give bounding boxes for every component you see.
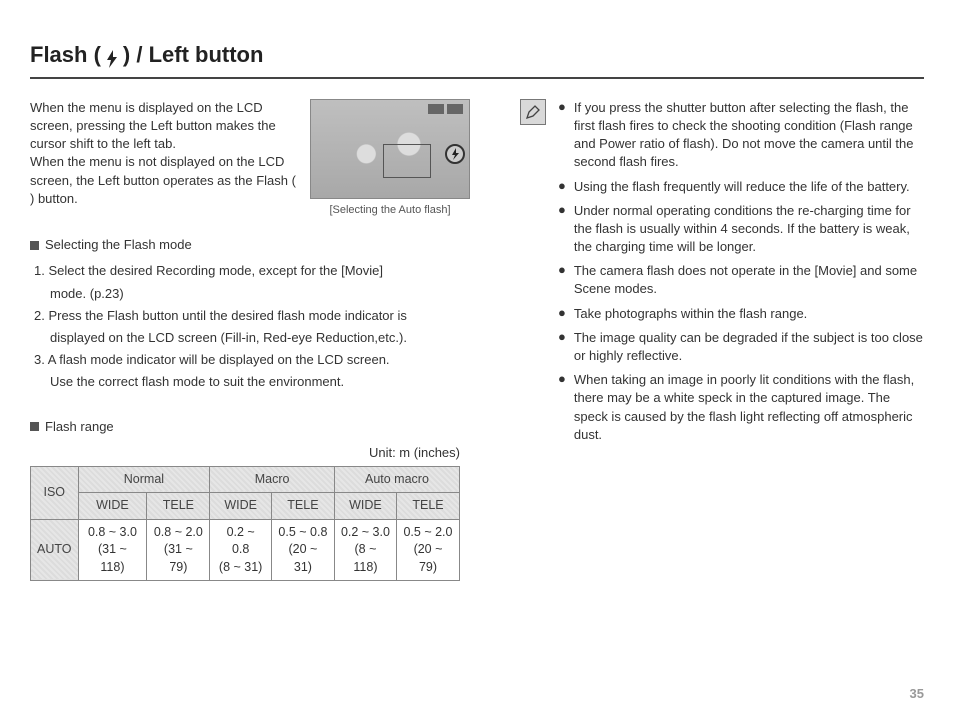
cell: 0.5 ~ 0.8(20 ~ 31) bbox=[271, 519, 334, 581]
lcd-screenshot bbox=[310, 99, 470, 199]
th-macro: Macro bbox=[210, 466, 335, 493]
content-columns: When the menu is displayed on the LCD sc… bbox=[30, 99, 924, 582]
bullet-dot-icon: ● bbox=[558, 202, 566, 257]
step-line: 2. Press the Flash button until the desi… bbox=[34, 307, 470, 325]
bullet-dot-icon: ● bbox=[558, 329, 566, 365]
bullet-dot-icon: ● bbox=[558, 305, 566, 323]
cell: 0.8 ~ 2.0(31 ~ 79) bbox=[147, 519, 210, 581]
bullet-dot-icon: ● bbox=[558, 371, 566, 444]
note-item: ● Take photographs within the flash range… bbox=[558, 305, 924, 323]
th-iso: ISO bbox=[31, 466, 79, 519]
cell: 0.2 ~ 0.8(8 ~ 31) bbox=[210, 519, 272, 581]
cell: 0.8 ~ 3.0(31 ~ 118) bbox=[78, 519, 147, 581]
th-wide: WIDE bbox=[210, 493, 272, 520]
bullet-dot-icon: ● bbox=[558, 178, 566, 196]
th-normal: Normal bbox=[78, 466, 210, 493]
flash-bolt-icon bbox=[105, 46, 119, 64]
row-label: AUTO bbox=[31, 519, 79, 581]
title-bar: Flash ( ) / Left button bbox=[30, 40, 924, 79]
note-item: ●If you press the shutter button after s… bbox=[558, 99, 924, 172]
step-line: 1. Select the desired Recording mode, ex… bbox=[34, 262, 470, 280]
page-number: 35 bbox=[910, 685, 924, 703]
intro-text: When the menu is displayed on the LCD sc… bbox=[30, 99, 300, 218]
page-title: Flash ( ) / Left button bbox=[30, 40, 924, 71]
note-list: ●If you press the shutter button after s… bbox=[558, 99, 924, 450]
flash-range-table: ISO Normal Macro Auto macro WIDE TELE WI… bbox=[30, 466, 460, 582]
table-row: AUTO 0.8 ~ 3.0(31 ~ 118) 0.8 ~ 2.0(31 ~ … bbox=[31, 519, 460, 581]
note-item: ●When taking an image in poorly lit cond… bbox=[558, 371, 924, 444]
cell: 0.2 ~ 3.0(8 ~ 118) bbox=[334, 519, 396, 581]
step-line: displayed on the LCD screen (Fill-in, Re… bbox=[34, 329, 470, 347]
left-column: When the menu is displayed on the LCD sc… bbox=[30, 99, 470, 582]
lcd-caption: [Selecting the Auto flash] bbox=[310, 203, 470, 218]
bullet-dot-icon: ● bbox=[558, 99, 566, 172]
subhead-select-flash: Selecting the Flash mode bbox=[30, 236, 470, 254]
subhead-flash-range: Flash range bbox=[30, 418, 470, 436]
auto-flash-badge-icon bbox=[445, 144, 465, 164]
steps-list: 1. Select the desired Recording mode, ex… bbox=[34, 262, 470, 391]
note-box: ●If you press the shutter button after s… bbox=[520, 99, 924, 450]
bullet-dot-icon: ● bbox=[558, 262, 566, 298]
th-tele: TELE bbox=[147, 493, 210, 520]
th-wide: WIDE bbox=[78, 493, 147, 520]
note-item: ● Using the flash frequently will reduce … bbox=[558, 178, 924, 196]
note-text: Using the flash frequently will reduce t… bbox=[574, 178, 910, 196]
note-item: ●The image quality can be degraded if th… bbox=[558, 329, 924, 365]
square-bullet-icon bbox=[30, 241, 39, 250]
note-text: Under normal operating conditions the re… bbox=[574, 202, 924, 257]
focus-rectangle-icon bbox=[383, 144, 431, 178]
th-tele: TELE bbox=[271, 493, 334, 520]
title-part-a: Flash ( bbox=[30, 40, 101, 71]
note-text: If you press the shutter button after se… bbox=[574, 99, 924, 172]
unit-label: Unit: m (inches) bbox=[30, 444, 460, 462]
step-line: 3. A flash mode indicator will be displa… bbox=[34, 351, 470, 369]
note-text: The camera flash does not operate in the… bbox=[574, 262, 924, 298]
note-text: Take photographs within the flash range. bbox=[574, 305, 807, 323]
th-wide: WIDE bbox=[334, 493, 396, 520]
step-line: Use the correct flash mode to suit the e… bbox=[34, 373, 470, 391]
note-text: The image quality can be degraded if the… bbox=[574, 329, 924, 365]
cell: 0.5 ~ 2.0(20 ~ 79) bbox=[396, 519, 459, 581]
note-item: ●Under normal operating conditions the r… bbox=[558, 202, 924, 257]
subhead-select-label: Selecting the Flash mode bbox=[45, 236, 192, 254]
note-text: When taking an image in poorly lit condi… bbox=[574, 371, 924, 444]
subhead-range-label: Flash range bbox=[45, 418, 114, 436]
note-item: ●The camera flash does not operate in th… bbox=[558, 262, 924, 298]
lcd-figure: [Selecting the Auto flash] bbox=[310, 99, 470, 218]
th-tele: TELE bbox=[396, 493, 459, 520]
step-line: mode. (p.23) bbox=[34, 285, 470, 303]
right-column: ●If you press the shutter button after s… bbox=[520, 99, 924, 582]
lcd-top-icons bbox=[428, 104, 463, 114]
intro-row: When the menu is displayed on the LCD sc… bbox=[30, 99, 470, 218]
title-part-b: ) / Left button bbox=[123, 40, 264, 71]
note-pencil-icon bbox=[520, 99, 546, 125]
th-automacro: Auto macro bbox=[334, 466, 459, 493]
square-bullet-icon bbox=[30, 422, 39, 431]
